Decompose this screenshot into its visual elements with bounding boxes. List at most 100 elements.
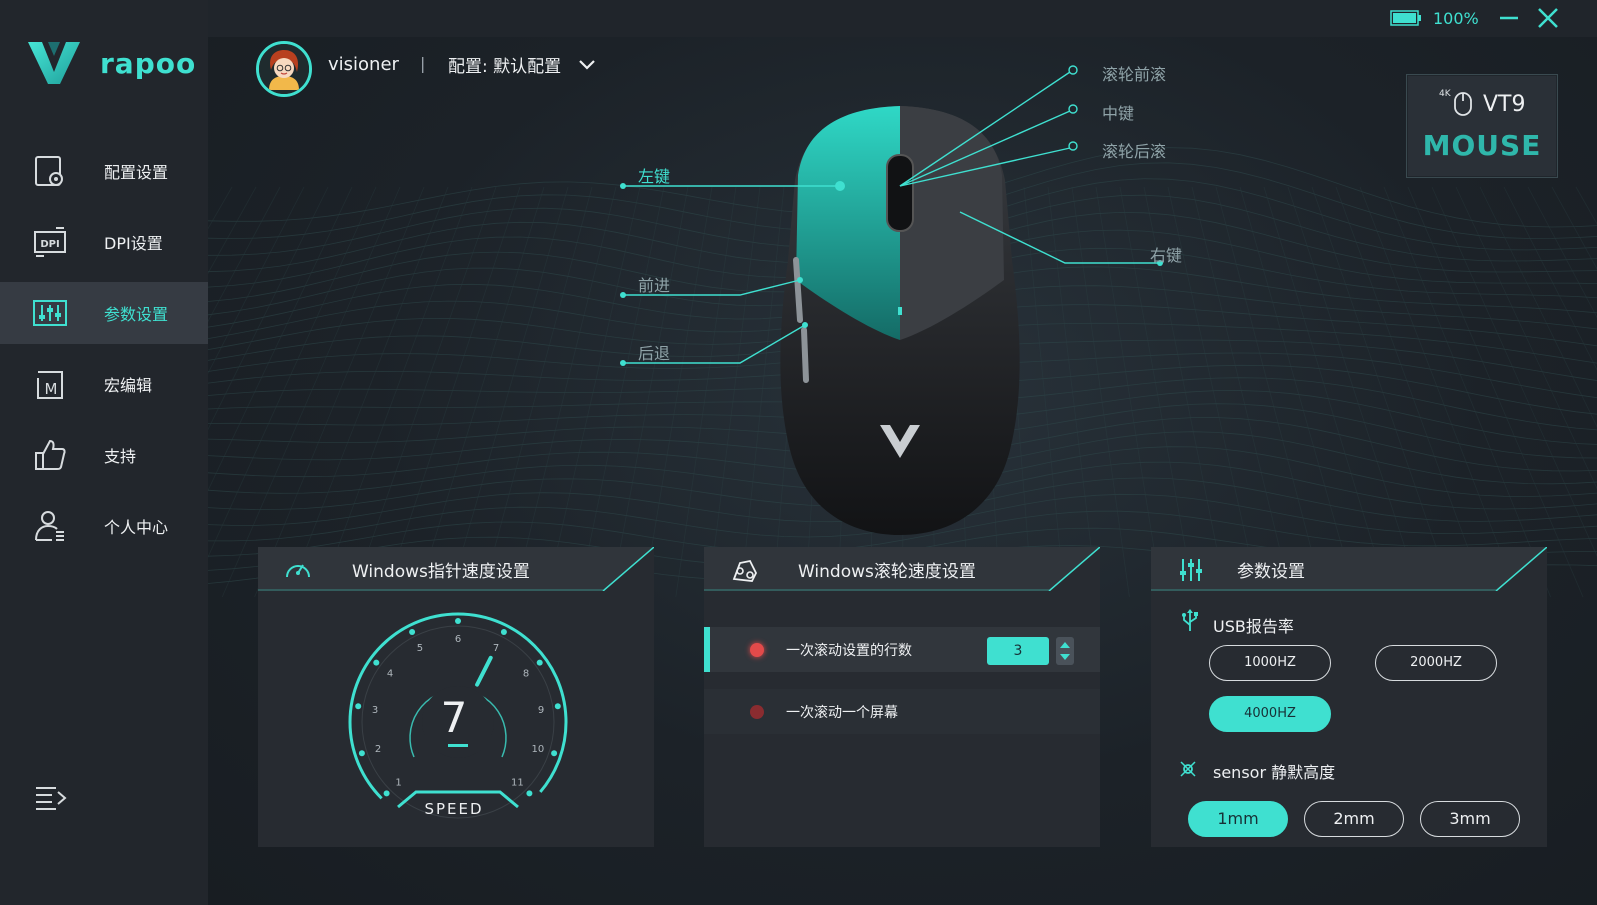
radio-lines[interactable]	[750, 643, 764, 657]
gauge-tick-dot	[355, 703, 362, 710]
sidebar-item-user-center[interactable]: 个人中心	[0, 495, 208, 557]
mouse-icon	[1454, 92, 1472, 116]
sidebar-item-params[interactable]: 参数设置	[0, 282, 208, 344]
gauge-tick-label: 6	[455, 634, 461, 645]
avatar[interactable]	[256, 41, 312, 97]
profile-label: 配置: 默认配置	[448, 57, 562, 77]
device-type-label: MOUSE	[1422, 129, 1542, 162]
sidebar-item-label: 宏编辑	[104, 376, 153, 395]
sidebar-item-dpi[interactable]: DPI DPI设置	[0, 211, 208, 273]
gauge-tick-dot	[526, 790, 533, 797]
params-panel: 参数设置 USB报告率 1000HZ 2000HZ 4000HZ sensor …	[1151, 547, 1547, 847]
panel-header: Windows指针速度设置	[258, 547, 654, 591]
profile-dropdown[interactable]: 配置: 默认配置	[448, 52, 597, 77]
panel-header: Windows滚轮速度设置	[704, 547, 1100, 591]
lod-3mm-button[interactable]: 3mm	[1420, 801, 1520, 837]
rate-2000-button[interactable]: 2000HZ	[1375, 645, 1497, 681]
speed-value: 7	[440, 693, 468, 742]
rapoo-logo: rapoo	[26, 38, 196, 88]
callout-left-button[interactable]: 左键	[638, 163, 670, 187]
gauge-tick-dot	[551, 750, 558, 757]
usb-icon	[1182, 609, 1198, 631]
sidebar-item-support[interactable]: 支持	[0, 424, 208, 486]
minimize-icon[interactable]	[1497, 6, 1521, 30]
quantity-stepper[interactable]	[1056, 637, 1074, 665]
menu-collapse-icon[interactable]	[34, 783, 68, 813]
pointer-speed-panel: Windows指针速度设置 1 2 3 4 5 6 7 8 9 10 11 7 SPEED	[258, 547, 654, 847]
lod-1mm-button[interactable]: 1mm	[1188, 801, 1288, 837]
sliders-icon	[33, 300, 67, 326]
battery-icon	[1390, 10, 1421, 26]
gauge-tick-dot	[373, 659, 380, 666]
sidebar-item-label: 参数设置	[104, 305, 169, 324]
avatar-image	[259, 44, 309, 94]
rate-1000-button[interactable]: 1000HZ	[1209, 645, 1331, 681]
callout-forward[interactable]: 前进	[638, 272, 670, 296]
gauge-tick-label: 1	[395, 777, 401, 788]
svg-text:DPI: DPI	[40, 239, 59, 250]
panel-header-bg	[1151, 547, 1547, 591]
badge-header: 4K VT9	[1439, 89, 1526, 117]
panel-header: 参数设置	[1151, 547, 1547, 591]
lod-2mm-button[interactable]: 2mm	[1304, 801, 1404, 837]
callout-right-button[interactable]: 右键	[1150, 242, 1182, 266]
scroll-speed-panel: Windows滚轮速度设置 一次滚动设置的行数 3 一次滚动一个屏幕	[704, 547, 1100, 847]
gauge-tick-label: 8	[523, 669, 529, 680]
option-label: 一次滚动设置的行数	[786, 643, 912, 659]
panel-title: Windows滚轮速度设置	[798, 562, 976, 582]
sidebar-item-label: DPI设置	[104, 234, 163, 253]
mouse-illustration	[620, 65, 1163, 535]
thumbs-up-icon	[35, 439, 66, 470]
username: visioner	[328, 54, 399, 75]
config-icon	[35, 156, 63, 186]
battery-percent: 100%	[1433, 9, 1479, 28]
gauge-tick-dot	[500, 629, 507, 635]
panel-title: 参数设置	[1237, 562, 1305, 582]
gauge-tick-label: 5	[417, 643, 423, 654]
resolution-tag: 4K	[1439, 89, 1451, 99]
gauge-tick-dot	[455, 618, 461, 624]
gauge-tick-label: 3	[372, 705, 378, 716]
gauge-tick-label: 4	[387, 669, 393, 680]
option-label: 一次滚动一个屏幕	[786, 705, 898, 721]
close-icon[interactable]	[1536, 6, 1560, 30]
callout-middle-button[interactable]: 中键	[1102, 100, 1134, 124]
v-logo-icon	[28, 42, 80, 84]
rate-4000-button[interactable]: 4000HZ	[1209, 696, 1331, 732]
callout-back[interactable]: 后退	[638, 340, 670, 364]
gauge-tick-dot	[536, 659, 543, 666]
usb-rate-label: USB报告率	[1213, 617, 1294, 636]
selected-indicator	[704, 627, 710, 672]
speed-label: SPEED	[424, 800, 484, 818]
title-bar	[208, 0, 1597, 37]
lod-label: sensor 静默高度	[1213, 763, 1336, 782]
gauge-tick-label: 10	[532, 744, 545, 755]
gauge-tick-dot	[409, 629, 416, 635]
sidebar-item-label: 配置设置	[104, 163, 169, 182]
speedometer-icon	[286, 564, 310, 578]
brand-name: rapoo	[100, 46, 197, 80]
chevron-down-icon	[579, 59, 595, 70]
sidebar-item-macro[interactable]: M 宏编辑	[0, 353, 208, 415]
sliders-icon	[1180, 559, 1202, 581]
scroll-wheel-icon	[732, 559, 758, 582]
panel-title: Windows指针速度设置	[352, 562, 530, 582]
separator: |	[420, 54, 426, 73]
device-badge: 4K VT9 MOUSE	[1406, 74, 1558, 178]
list-item[interactable]: 一次滚动设置的行数 3	[704, 627, 1100, 672]
sidebar-item-config[interactable]: 配置设置	[0, 140, 208, 202]
sidebar-item-label: 支持	[104, 447, 137, 466]
gauge-tick-label: 11	[511, 777, 524, 788]
sidebar: rapoo 配置设置 DPI DPI设置 参数设置 M 宏编辑 支持 个人中心	[0, 0, 208, 905]
gauge-tick-dot	[383, 790, 390, 797]
device-model: VT9	[1483, 91, 1526, 117]
list-item[interactable]: 一次滚动一个屏幕	[704, 689, 1100, 734]
gauge-tick-label: 7	[493, 643, 499, 654]
callout-scroll-up[interactable]: 滚轮前滚	[1102, 61, 1166, 85]
callout-scroll-down[interactable]: 滚轮后滚	[1102, 138, 1166, 162]
sidebar-item-label: 个人中心	[104, 518, 169, 537]
gauge-tick-label: 2	[375, 744, 381, 755]
radio-screen[interactable]	[750, 705, 764, 719]
sidebar-nav: 配置设置 DPI DPI设置 参数设置 M 宏编辑 支持 个人中心	[0, 140, 208, 566]
lines-input[interactable]: 3	[987, 637, 1049, 665]
